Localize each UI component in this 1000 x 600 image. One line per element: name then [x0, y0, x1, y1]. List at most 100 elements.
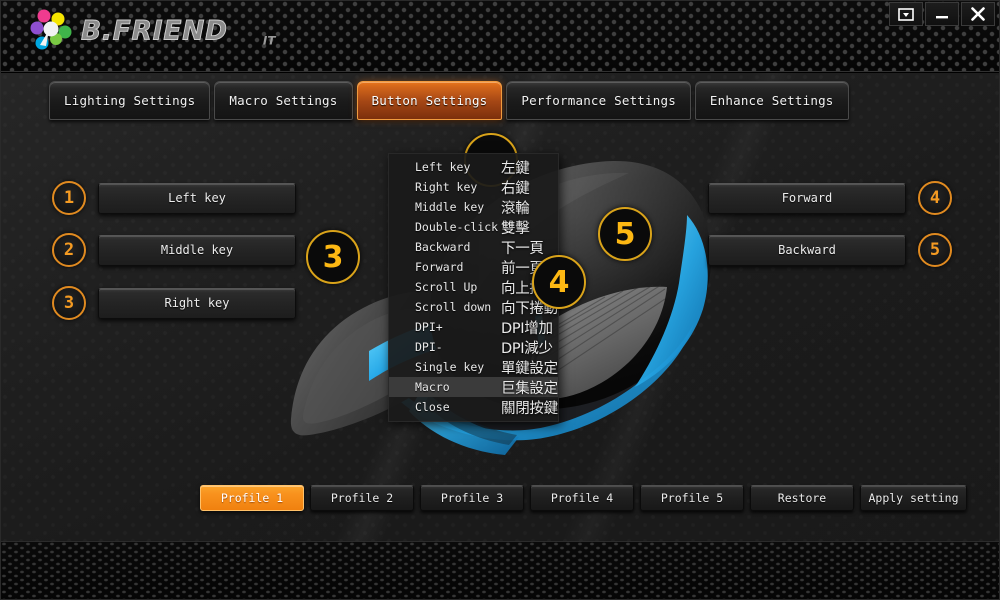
minimize-button[interactable]: [925, 2, 959, 26]
key-number-1: 1: [52, 181, 86, 215]
menu-item-label-zh: 巨集設定: [501, 380, 558, 397]
menu-item-label-zh: 單鍵設定: [501, 360, 558, 377]
button-right-key-label: Right key: [164, 296, 230, 310]
tab-enhance-settings[interactable]: Enhance Settings: [694, 81, 849, 120]
menu-item-label-zh: 右鍵: [501, 180, 530, 197]
minimize-icon: [936, 15, 948, 18]
menu-item-label-zh: 雙擊: [501, 220, 530, 237]
menu-item-label-en: Double-click: [415, 220, 499, 234]
bottom-button-label: Profile 4: [550, 491, 614, 505]
menu-item-scroll-down[interactable]: Scroll down 向下捲動: [389, 297, 558, 317]
menu-item-label-en: Scroll down: [415, 300, 492, 314]
key-number-2-label: 2: [63, 240, 75, 260]
key-number-3: 3: [52, 286, 86, 320]
close-button[interactable]: [961, 2, 995, 26]
button-left-key-label: Left key: [168, 191, 226, 205]
bottom-button-bar: Profile 1 Profile 2 Profile 3 Profile 4 Prof…: [1, 479, 999, 517]
key-number-1-label: 1: [63, 188, 75, 208]
tab-label: Enhance Settings: [709, 93, 834, 108]
tab-label: Button Settings: [371, 93, 488, 108]
tab-macro-settings[interactable]: Macro Settings: [214, 81, 353, 120]
bottom-button-apply-setting[interactable]: Apply setting: [860, 485, 967, 511]
bottom-button-profile-5[interactable]: Profile 5: [640, 485, 744, 511]
tab-bar: Lighting Settings Macro Settings Button Se…: [49, 81, 849, 120]
bottom-button-label: Profile 2: [330, 491, 394, 505]
menu-item-label-en: Scroll Up: [415, 280, 478, 294]
bottom-button-label: Restore: [777, 491, 827, 505]
menu-item-label-zh: 滾輪: [501, 200, 530, 217]
bottom-button-label: Profile 3: [440, 491, 504, 505]
menu-item-label-zh: 關閉按鍵: [501, 400, 558, 417]
flower-logo-icon: [30, 9, 72, 50]
key-number-4: 4: [918, 181, 952, 215]
key-number-3-label: 3: [63, 293, 75, 313]
menu-item-label-en: DPI-: [415, 340, 443, 354]
menu-item-label-en: Single key: [415, 360, 485, 374]
menu-item-left-key[interactable]: Left key 左鍵: [389, 157, 558, 177]
menu-item-label-en: Backward: [415, 240, 471, 254]
menu-item-single-key[interactable]: Single key 單鍵設定: [389, 357, 558, 377]
key-row-5: Backward 5: [708, 233, 952, 267]
button-middle-key[interactable]: Middle key: [98, 234, 296, 266]
menu-item-label-en: Close: [415, 400, 450, 414]
svg-text:B.FRIEND: B.FRIEND: [81, 17, 228, 47]
bottom-button-label: Apply setting: [868, 491, 959, 505]
mouse-callout-5-label: 5: [614, 216, 636, 252]
button-backward-label: Backward: [778, 243, 836, 257]
tab-button-settings[interactable]: Button Settings: [356, 81, 503, 120]
key-row-4: Forward 4: [708, 181, 952, 215]
bottom-button-profile-2[interactable]: Profile 2: [310, 485, 414, 511]
key-number-5-label: 5: [929, 240, 941, 260]
menu-item-label-en: Macro: [415, 380, 450, 394]
button-forward[interactable]: Forward: [708, 182, 906, 214]
menu-item-double-click[interactable]: Double-click 雙擊: [389, 217, 558, 237]
mouse-callout-5: 5: [598, 207, 652, 261]
bottom-button-label: Profile 1: [220, 491, 284, 505]
key-row-1: 1 Left key: [52, 181, 296, 215]
menu-item-label-en: Right key: [415, 180, 478, 194]
window-controls: [889, 2, 995, 26]
menu-item-macro[interactable]: Macro 巨集設定: [389, 377, 558, 397]
menu-item-close[interactable]: Close 關閉按鍵: [389, 397, 558, 417]
bottom-button-restore[interactable]: Restore: [750, 485, 854, 511]
menu-item-label-zh: 左鍵: [501, 160, 530, 177]
brand-logo: B.FRIEND IT: [27, 5, 302, 57]
menu-item-dpi[interactable]: DPI+ DPI增加: [389, 317, 558, 337]
menu-item-dpi[interactable]: DPI- DPI減少: [389, 337, 558, 357]
title-bar: B.FRIEND IT: [1, 1, 999, 73]
bottom-button-profile-1[interactable]: Profile 1: [200, 485, 304, 511]
key-row-2: 2 Middle key: [52, 233, 296, 267]
menu-item-label-zh: DPI增加: [501, 320, 553, 337]
button-middle-key-label: Middle key: [160, 243, 234, 257]
footer-strip: [1, 541, 999, 599]
mouse-callout-4: 4: [532, 255, 586, 309]
menu-item-label-en: Middle key: [415, 200, 485, 214]
menu-item-backward[interactable]: Backward 下一頁: [389, 237, 558, 257]
application-window: B.FRIEND IT Lighting Settings Macro Sett…: [0, 0, 1000, 600]
tab-label: Lighting Settings: [64, 93, 196, 108]
key-number-2: 2: [52, 233, 86, 267]
key-row-3: 3 Right key: [52, 286, 296, 320]
menu-item-label-zh: 下一頁: [501, 240, 544, 257]
close-x-icon: [971, 7, 985, 21]
menu-item-label-en: Left key: [415, 160, 471, 174]
menu-item-label-en: Forward: [415, 260, 464, 274]
tab-label: Macro Settings: [229, 93, 338, 108]
menu-item-label-zh: DPI減少: [501, 340, 553, 357]
tab-label: Performance Settings: [521, 93, 676, 108]
tray-down-icon: [898, 7, 914, 21]
menu-item-middle-key[interactable]: Middle key 滾輪: [389, 197, 558, 217]
button-backward[interactable]: Backward: [708, 234, 906, 266]
tab-performance-settings[interactable]: Performance Settings: [506, 81, 691, 120]
bottom-button-profile-4[interactable]: Profile 4: [530, 485, 634, 511]
button-right-key[interactable]: Right key: [98, 287, 296, 319]
bottom-button-profile-3[interactable]: Profile 3: [420, 485, 524, 511]
tray-button[interactable]: [889, 2, 923, 26]
button-left-key[interactable]: Left key: [98, 182, 296, 214]
button-forward-label: Forward: [781, 191, 833, 205]
menu-item-right-key[interactable]: Right key 右鍵: [389, 177, 558, 197]
bottom-button-label: Profile 5: [660, 491, 724, 505]
tab-lighting-settings[interactable]: Lighting Settings: [49, 81, 211, 120]
brand-wordmark: B.FRIEND IT: [81, 16, 276, 48]
menu-item-label-en: DPI+: [415, 320, 443, 334]
